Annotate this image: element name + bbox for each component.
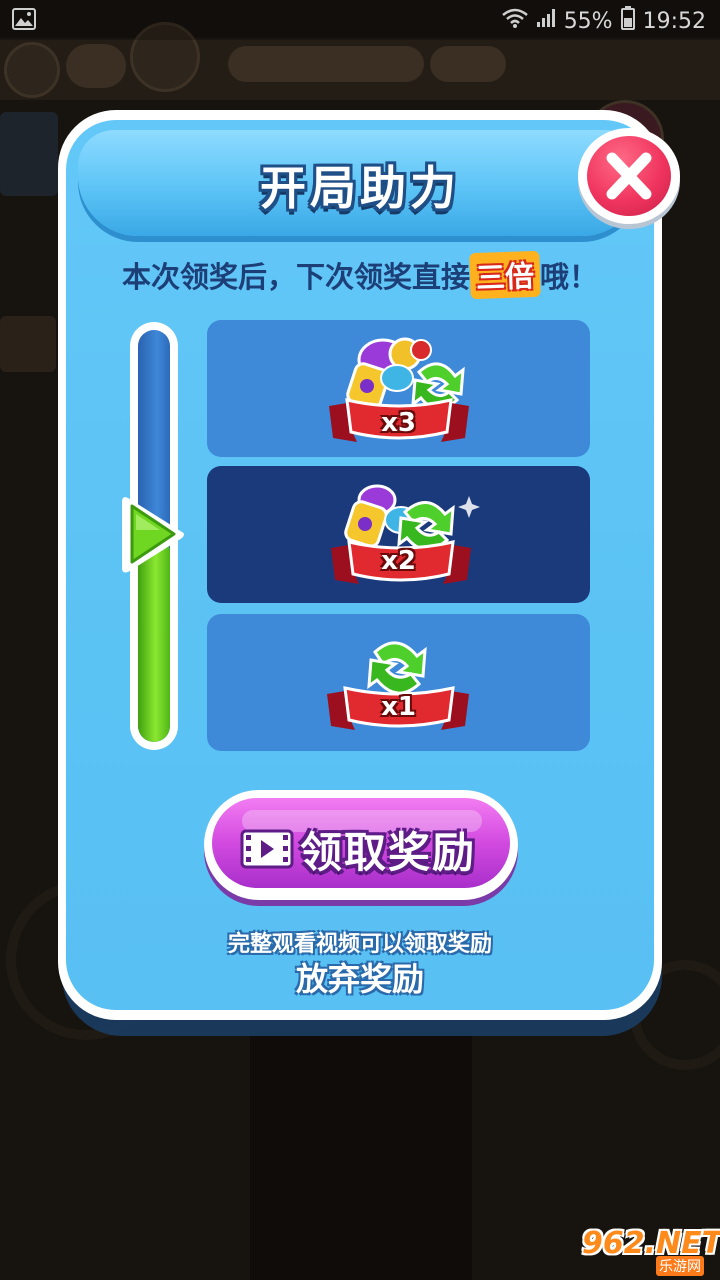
- game-board-column: [250, 1030, 472, 1280]
- give-up-link[interactable]: 放弃奖励: [0, 954, 720, 1000]
- reward-art-x2: [331, 484, 480, 584]
- wifi-icon: [501, 7, 528, 35]
- dialog-title: 开局助力: [260, 161, 460, 215]
- game-level-bar: [430, 46, 506, 82]
- game-side-tag: [0, 316, 56, 372]
- close-icon: [606, 152, 652, 200]
- claim-button-label: 领取奖励: [300, 828, 477, 877]
- game-avatar: [4, 42, 60, 98]
- close-button[interactable]: [578, 128, 680, 224]
- swap-icon: [367, 641, 427, 695]
- subtitle-highlight: 三倍: [469, 250, 541, 300]
- cell-signal-icon: [536, 8, 556, 34]
- battery-icon: [620, 6, 635, 36]
- sparkle-icon: [458, 496, 480, 518]
- reward-label-x2: x2: [381, 546, 416, 576]
- subtitle-text-end: 哦！: [540, 260, 599, 294]
- dialog-subtitle: 本次领奖后，下次领奖直接 三倍 哦！: [0, 250, 720, 300]
- game-counter: [66, 44, 126, 88]
- claim-button-face: 领取奖励: [212, 798, 510, 888]
- subtitle-text-start: 本次领奖后，下次领奖直接: [121, 260, 470, 294]
- site-watermark: 962.NET 乐游网: [582, 1226, 720, 1276]
- reward-row-x2: x2: [207, 466, 590, 603]
- claim-reward-button[interactable]: 领取奖励: [204, 790, 518, 900]
- reward-row-x1: x1: [207, 614, 590, 751]
- battery-percent: 55%: [563, 8, 613, 34]
- reward-label-x3: x3: [381, 408, 416, 438]
- status-bar: 55% 19:52: [0, 0, 720, 40]
- watermark-sub: 乐游网: [656, 1256, 704, 1276]
- video-icon: [240, 829, 294, 869]
- reward-label-x1: x1: [381, 692, 416, 722]
- reward-row-x3: x3: [207, 320, 590, 457]
- game-score-bar: [228, 46, 424, 82]
- game-side-card: [0, 112, 58, 196]
- progress-marker-icon: [120, 492, 188, 580]
- reward-art-x1: [327, 641, 469, 730]
- gallery-icon: [12, 8, 36, 36]
- clock: 19:52: [642, 8, 706, 34]
